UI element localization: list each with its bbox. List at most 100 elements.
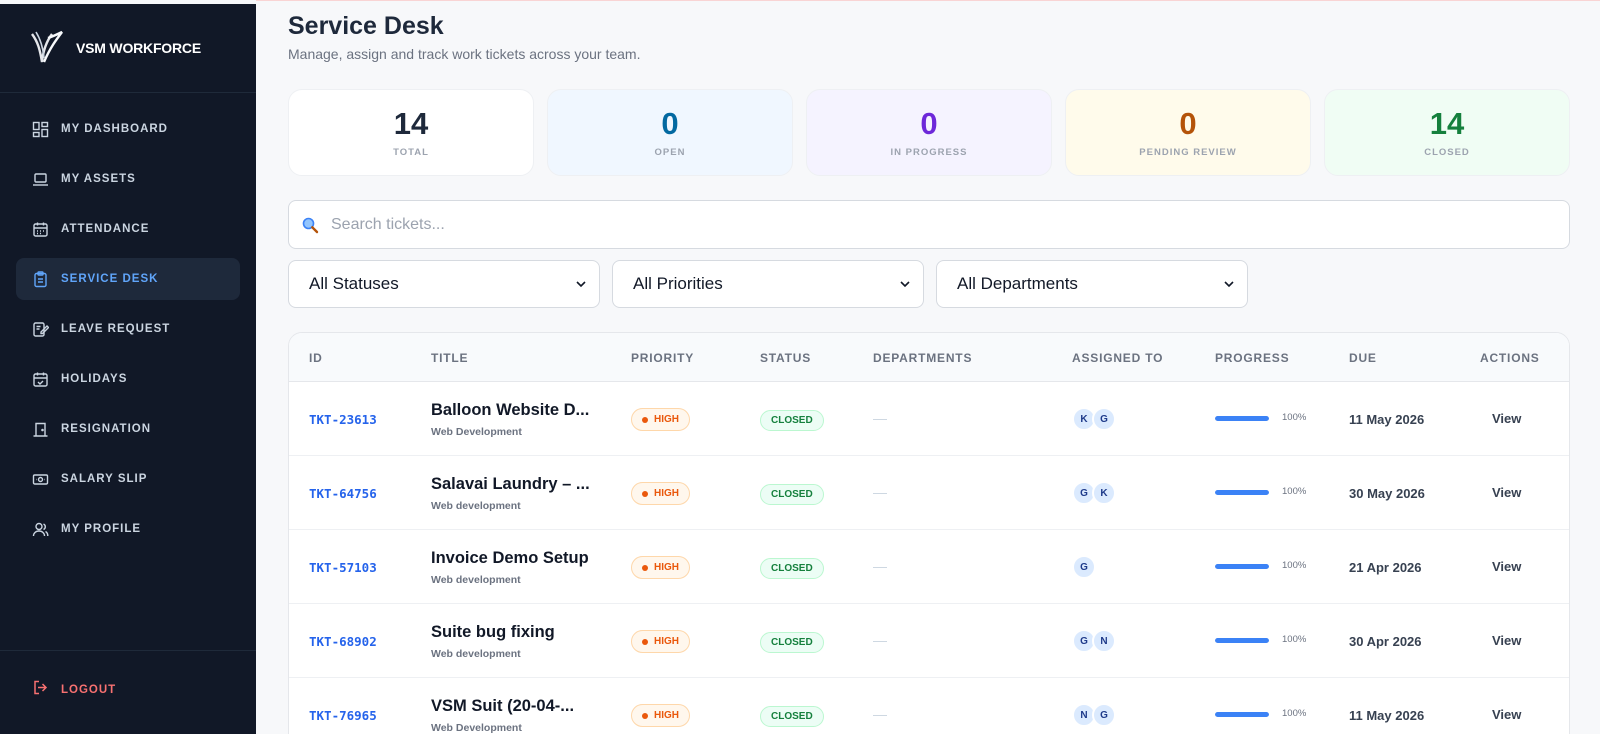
progress-fill <box>1215 416 1269 421</box>
priority-filter-select[interactable]: All Priorities <box>612 260 924 308</box>
dashboard-icon <box>32 121 49 138</box>
progress-bar <box>1215 490 1269 495</box>
due-date: 11 May 2026 <box>1349 708 1425 723</box>
column-header-title: TITLE <box>431 351 469 365</box>
door-icon <box>32 421 49 438</box>
status-filter-select[interactable]: All Statuses <box>288 260 600 308</box>
progress-fill <box>1215 490 1269 495</box>
assignee-avatar: G <box>1092 407 1116 431</box>
sidebar-item-label: SERVICE DESK <box>61 273 159 285</box>
column-header-due: DUE <box>1349 351 1377 365</box>
column-header-assigned-to: ASSIGNED TO <box>1072 351 1164 365</box>
progress-bar <box>1215 416 1269 421</box>
ticket-title[interactable]: Invoice Demo Setup <box>431 549 589 568</box>
priority-label: HIGH <box>654 488 679 499</box>
tickets-table: ID TITLE PRIORITY STATUS DEPARTMENTS ASS… <box>288 332 1570 734</box>
view-button[interactable]: View <box>1492 633 1521 648</box>
stat-value: 0 <box>661 106 679 141</box>
department-filter-value: All Departments <box>957 274 1078 293</box>
sidebar-item-holidays[interactable]: HOLIDAYS <box>16 358 240 400</box>
column-header-progress: PROGRESS <box>1215 351 1290 365</box>
table-row: TKT-57103 Invoice Demo Setup Web develop… <box>289 530 1569 604</box>
sidebar-item-resignation[interactable]: RESIGNATION <box>16 408 240 450</box>
brand-name: VSM WORKFORCE <box>76 40 201 56</box>
sidebar-item-attendance[interactable]: ATTENDANCE <box>16 208 240 250</box>
priority-badge: HIGH <box>631 704 690 727</box>
priority-dot-icon <box>642 564 648 571</box>
view-button[interactable]: View <box>1492 485 1521 500</box>
stat-value: 14 <box>1429 106 1465 141</box>
progress-percent: 100% <box>1282 708 1307 719</box>
ticket-title[interactable]: Balloon Website D... <box>431 401 589 420</box>
stat-value: 14 <box>393 106 429 141</box>
brand[interactable]: VSM WORKFORCE <box>0 4 256 93</box>
ticket-id-link[interactable]: TKT-57103 <box>309 560 377 575</box>
assignee-avatar: K <box>1092 481 1116 505</box>
due-date: 30 May 2026 <box>1349 486 1425 501</box>
sidebar-item-leave-request[interactable]: LEAVE REQUEST <box>16 308 240 350</box>
column-header-id: ID <box>309 351 323 365</box>
ticket-title[interactable]: Salavai Laundry – ... <box>431 475 590 494</box>
departments-value: — <box>873 632 887 648</box>
sidebar-item-salary-slip[interactable]: SALARY SLIP <box>16 458 240 500</box>
stat-in-progress: 0 IN PROGRESS <box>806 89 1052 176</box>
sidebar-item-my-assets[interactable]: MY ASSETS <box>16 158 240 200</box>
logout-button[interactable]: LOGOUT <box>16 669 240 711</box>
stat-open: 0 OPEN <box>547 89 793 176</box>
edit-note-icon <box>32 321 49 338</box>
stat-label: PENDING REVIEW <box>1139 147 1237 158</box>
table-header: ID TITLE PRIORITY STATUS DEPARTMENTS ASS… <box>289 333 1569 382</box>
priority-badge: HIGH <box>631 556 690 579</box>
ticket-id-link[interactable]: TKT-64756 <box>309 486 377 501</box>
users-icon <box>32 521 49 538</box>
view-button[interactable]: View <box>1492 411 1521 426</box>
search-bar <box>288 200 1570 249</box>
departments-value: — <box>873 484 887 500</box>
chevron-down-icon <box>1224 281 1234 288</box>
assignees: G <box>1072 555 1096 579</box>
table-row: TKT-64756 Salavai Laundry – ... Web deve… <box>289 456 1569 530</box>
logout-label: LOGOUT <box>61 684 117 696</box>
priority-dot-icon <box>642 638 648 645</box>
sidebar-item-label: MY DASHBOARD <box>61 123 168 135</box>
priority-label: HIGH <box>654 636 679 647</box>
sidebar-item-my-profile[interactable]: MY PROFILE <box>16 508 240 550</box>
clipboard-icon <box>32 270 49 288</box>
ticket-id-link[interactable]: TKT-68902 <box>309 634 377 649</box>
progress-percent: 100% <box>1282 560 1307 571</box>
search-input[interactable] <box>331 215 1531 234</box>
vsm-logo-icon <box>31 30 63 63</box>
sidebar-item-label: ATTENDANCE <box>61 223 150 235</box>
ticket-id-link[interactable]: TKT-23613 <box>309 412 377 427</box>
departments-value: — <box>873 410 887 426</box>
progress-bar <box>1215 564 1269 569</box>
table-row: TKT-68902 Suite bug fixing Web developme… <box>289 604 1569 678</box>
department-filter-select[interactable]: All Departments <box>936 260 1248 308</box>
status-badge: CLOSED <box>760 410 824 431</box>
assignee-avatar: N <box>1092 629 1116 653</box>
sidebar-item-service-desk[interactable]: SERVICE DESK <box>16 258 240 300</box>
chevron-down-icon <box>576 281 586 288</box>
column-header-priority: PRIORITY <box>631 351 695 365</box>
stat-total: 14 TOTAL <box>288 89 534 176</box>
stat-label: TOTAL <box>393 147 429 158</box>
page-subtitle: Manage, assign and track work tickets ac… <box>288 46 641 62</box>
view-button[interactable]: View <box>1492 707 1521 722</box>
sidebar: VSM WORKFORCE MY DASHBOARD MY ASSETS ATT… <box>0 4 256 734</box>
progress-percent: 100% <box>1282 634 1307 645</box>
status-badge: CLOSED <box>760 484 824 505</box>
ticket-title[interactable]: Suite bug fixing <box>431 623 555 642</box>
progress-fill <box>1215 564 1269 569</box>
ticket-title[interactable]: VSM Suit (20-04-... <box>431 697 574 716</box>
table-body: TKT-23613 Balloon Website D... Web Devel… <box>289 382 1569 734</box>
view-button[interactable]: View <box>1492 559 1521 574</box>
ticket-id-link[interactable]: TKT-76965 <box>309 708 377 723</box>
assignee-avatar: G <box>1092 703 1116 727</box>
assignee-avatar: G <box>1072 555 1096 579</box>
top-border <box>256 0 1600 3</box>
sidebar-item-my-dashboard[interactable]: MY DASHBOARD <box>16 108 240 150</box>
due-date: 21 Apr 2026 <box>1349 560 1422 575</box>
priority-dot-icon <box>642 490 648 497</box>
status-badge: CLOSED <box>760 558 824 579</box>
sidebar-item-label: HOLIDAYS <box>61 373 128 385</box>
